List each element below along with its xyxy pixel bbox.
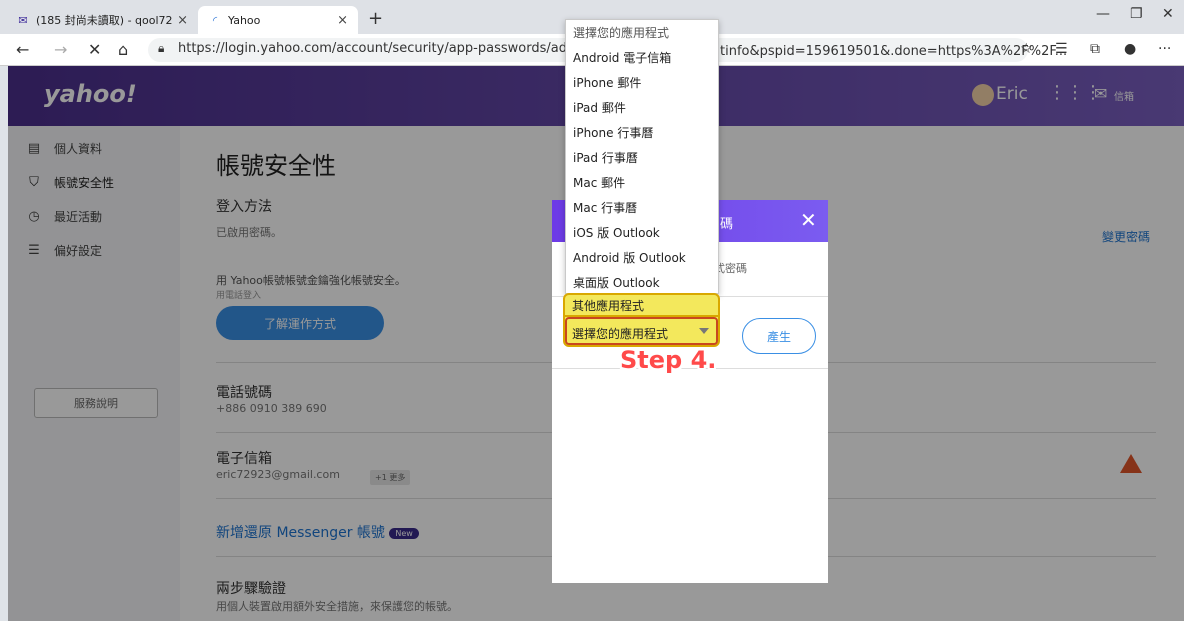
close-tab-icon[interactable]: × — [177, 13, 188, 28]
lock-icon: 🔒︎ — [158, 41, 165, 55]
tab-mail[interactable]: ✉ (185 封尚未讀取) - qool72923@ × — [6, 6, 198, 34]
dropdown-option[interactable]: Mac 郵件 — [566, 170, 718, 195]
dropdown-option[interactable]: iPad 行事曆 — [566, 145, 718, 170]
mail-icon: ✉ — [18, 13, 28, 27]
dropdown-option[interactable]: Android 版 Outlook — [566, 245, 718, 270]
dropdown-option[interactable]: iPad 郵件 — [566, 95, 718, 120]
profile-icon[interactable]: ● — [1124, 41, 1136, 57]
dropdown-option-other-app[interactable]: 其他應用程式 — [563, 293, 720, 315]
url-text: https://login.yahoo.com/account/security… — [178, 41, 629, 56]
more-icon[interactable]: ··· — [1158, 41, 1171, 57]
highlight-annotation-box — [565, 317, 718, 345]
favorites-bar-icon[interactable]: ☰ — [1055, 41, 1068, 57]
dropdown-option[interactable]: Android 電子信箱 — [566, 45, 718, 70]
favorite-icon[interactable]: ☆ — [1020, 41, 1033, 57]
dropdown-option[interactable]: Mac 行事曆 — [566, 195, 718, 220]
tab-yahoo[interactable]: ◜ Yahoo × — [198, 6, 358, 34]
url-tail: tinfo&pspid=159619501&.done=https%3A%2F%… — [720, 44, 1068, 59]
close-tab-icon[interactable]: × — [337, 13, 348, 28]
dialog-title: 碼 — [720, 217, 734, 232]
home-icon[interactable]: ⌂ — [118, 40, 128, 59]
chevron-down-icon[interactable] — [699, 328, 709, 334]
loading-icon: ◜ — [212, 13, 218, 27]
dropdown-placeholder-option: 選擇您的應用程式 — [573, 26, 670, 40]
dropdown-option[interactable]: iPhone 行事曆 — [566, 120, 718, 145]
close-icon[interactable]: ✕ — [800, 208, 817, 232]
minimize-icon[interactable]: — — [1096, 6, 1110, 22]
generate-button[interactable]: 產生 — [742, 318, 816, 354]
app-select-dropdown: 選擇您的應用程式 Android 電子信箱 iPhone 郵件 iPad 郵件 … — [565, 19, 719, 294]
dropdown-option[interactable]: 桌面版 Outlook — [566, 270, 718, 295]
window-close-icon[interactable]: ✕ — [1162, 6, 1174, 22]
collections-icon[interactable]: ⧉ — [1090, 41, 1100, 57]
forward-icon[interactable]: → — [54, 40, 67, 59]
step-annotation: Step 4. — [620, 346, 717, 374]
new-tab-icon[interactable]: + — [368, 8, 383, 29]
tab-title: Yahoo — [228, 13, 261, 27]
dropdown-option[interactable]: iOS 版 Outlook — [566, 220, 718, 245]
restore-icon[interactable]: ❐ — [1130, 6, 1143, 22]
stop-icon[interactable]: ✕ — [88, 40, 101, 59]
dropdown-option[interactable]: iPhone 郵件 — [566, 70, 718, 95]
tab-title: (185 封尚未讀取) - qool72923@ — [36, 14, 173, 27]
back-icon[interactable]: ← — [16, 40, 29, 59]
